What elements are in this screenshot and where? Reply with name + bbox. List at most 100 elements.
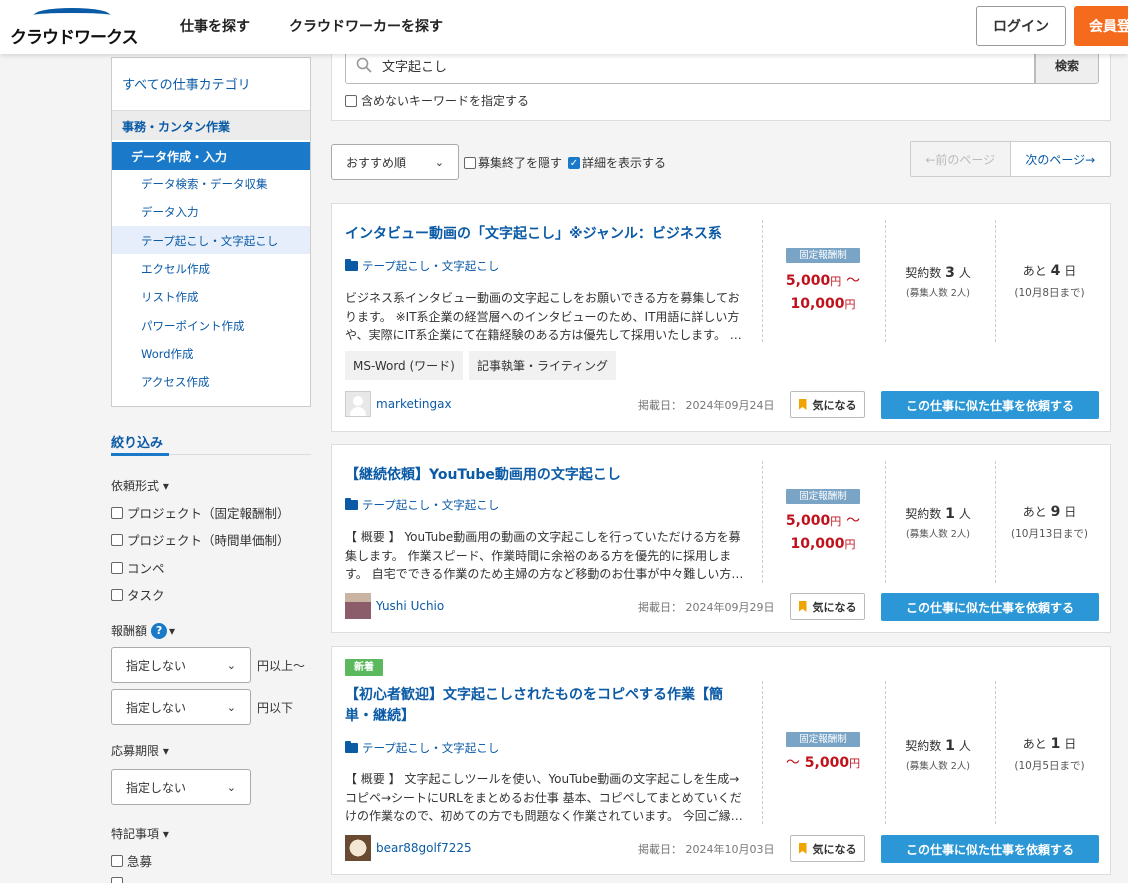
- job-title[interactable]: 【継続依頼】YouTube動画用の文字起こし: [345, 465, 735, 486]
- caret-down-icon: ▾: [162, 479, 169, 493]
- hide-closed-toggle[interactable]: 募集終了を隠す: [464, 154, 562, 171]
- reward-min-unit: 円以上〜: [257, 659, 306, 673]
- prev-page-button[interactable]: ←前のページ: [911, 142, 1011, 176]
- subcategory-link[interactable]: リスト作成: [141, 289, 199, 305]
- reward-filter-label: 報酬額: [111, 624, 148, 638]
- request-similar-button[interactable]: この仕事に似た仕事を依頼する: [881, 835, 1099, 863]
- favorite-button[interactable]: 気になる: [790, 835, 865, 862]
- exclude-checkbox[interactable]: [345, 94, 357, 107]
- subcategory-link[interactable]: データ検索・データ収集: [141, 176, 268, 192]
- recruit-count: (募集人数 2人): [906, 529, 970, 540]
- skill-tag[interactable]: MS-Word (ワード): [345, 351, 463, 380]
- reward-min-select[interactable]: 指定しない ⌄: [111, 647, 251, 683]
- job-card: 新着 【初心者歓迎】文字起こしされたものをコピペする作業【簡単・継続】 テープ起…: [331, 646, 1111, 875]
- avatar[interactable]: [345, 835, 371, 861]
- reward-max-select[interactable]: 指定しない ⌄: [111, 689, 251, 725]
- column-divider: [885, 220, 886, 342]
- subcategory-link[interactable]: パワーポイント作成: [141, 318, 245, 334]
- show-detail-toggle[interactable]: ✓ 詳細を表示する: [568, 154, 666, 171]
- job-price: ～ 5,000円: [762, 752, 884, 775]
- subcategory-link[interactable]: テープ起こし・文字起こし: [141, 233, 278, 249]
- contracts-value: 1: [945, 738, 955, 754]
- avatar[interactable]: [345, 593, 371, 619]
- type-option[interactable]: タスク: [111, 585, 165, 604]
- special-checkbox[interactable]: [111, 877, 123, 883]
- folder-icon: [345, 498, 358, 510]
- subcategory-link[interactable]: Word作成: [141, 346, 194, 362]
- all-categories-link[interactable]: すべての仕事カテゴリ: [122, 74, 251, 93]
- type-checkbox[interactable]: [111, 533, 123, 546]
- filter-title: 絞り込み: [111, 436, 164, 451]
- remaining-days: あと 1 日 (10月5日まで): [997, 735, 1102, 773]
- remaining-value: 4: [1050, 263, 1061, 279]
- nav-find-jobs[interactable]: 仕事を探す: [180, 16, 250, 36]
- subcategory-link[interactable]: エクセル作成: [141, 261, 210, 277]
- job-category-link[interactable]: テープ起こし・文字起こし: [345, 740, 499, 756]
- client-username[interactable]: marketingax: [376, 397, 452, 411]
- range-tilde: ～: [846, 513, 861, 529]
- show-detail-checkbox[interactable]: ✓: [568, 156, 580, 169]
- next-page-button[interactable]: 次のページ→: [1011, 142, 1111, 176]
- type-option[interactable]: コンペ: [111, 558, 165, 577]
- special-option-partial[interactable]: [111, 877, 127, 883]
- nav-find-workers[interactable]: クラウドワーカーを探す: [289, 16, 443, 36]
- job-title[interactable]: インタビュー動画の「文字起こし」※ジャンル：ビジネス系: [345, 224, 735, 245]
- remaining-value: 1: [1050, 736, 1061, 752]
- type-checkbox[interactable]: [111, 561, 123, 574]
- contracts-value: 3: [945, 265, 955, 281]
- bookmark-icon: [798, 601, 807, 612]
- skill-tag[interactable]: 記事執筆・ライティング: [469, 351, 617, 380]
- column-divider: [995, 681, 996, 824]
- type-filter-label: 依頼形式: [111, 479, 160, 493]
- yen-unit: 円: [830, 275, 842, 288]
- price-max: 10,000: [790, 296, 845, 312]
- job-category-link[interactable]: テープ起こし・文字起こし: [345, 258, 499, 274]
- site-header: クラウドワークス 仕事を探す クラウドワーカーを探す ログイン 会員登: [0, 0, 1128, 54]
- special-filter-head[interactable]: 特記事項 ▾: [111, 825, 169, 842]
- type-checkbox[interactable]: [111, 588, 123, 601]
- exclude-keyword-toggle[interactable]: 含めないキーワードを指定する: [345, 92, 529, 109]
- type-option-label: タスク: [127, 588, 165, 603]
- subcategory-link[interactable]: アクセス作成: [141, 374, 209, 390]
- subcategory-link[interactable]: データ入力: [141, 204, 199, 220]
- show-detail-label: 詳細を表示する: [582, 156, 667, 170]
- price-line: 10,000円: [762, 293, 884, 316]
- active-category[interactable]: データ作成・入力: [112, 142, 310, 170]
- hide-closed-checkbox[interactable]: [464, 156, 476, 169]
- type-option-label: コンペ: [127, 561, 165, 576]
- request-similar-button[interactable]: この仕事に似た仕事を依頼する: [881, 593, 1099, 621]
- main-category-link[interactable]: 事務・カンタン作業: [122, 118, 230, 135]
- deadline-filter-head[interactable]: 応募期限 ▾: [111, 742, 169, 759]
- help-icon[interactable]: ?: [151, 622, 168, 639]
- favorite-button[interactable]: 気になる: [790, 593, 865, 620]
- avatar[interactable]: [345, 391, 371, 417]
- special-option[interactable]: 急募: [111, 851, 152, 870]
- job-title[interactable]: 【初心者歓迎】文字起こしされたものをコピペする作業【簡単・継続】: [345, 685, 735, 727]
- type-checkbox[interactable]: [111, 506, 123, 519]
- client-username[interactable]: Yushi Uchio: [376, 599, 444, 613]
- request-similar-button[interactable]: この仕事に似た仕事を依頼する: [881, 391, 1099, 419]
- type-filter-head[interactable]: 依頼形式 ▾: [111, 477, 169, 494]
- contracts-info: 契約数 1 人 (募集人数 2人): [888, 737, 988, 772]
- type-option[interactable]: プロジェクト（時間単価制）: [111, 530, 290, 549]
- sort-select[interactable]: おすすめ順 ⌄: [331, 144, 459, 180]
- site-logo[interactable]: クラウドワークス: [10, 8, 138, 48]
- register-button[interactable]: 会員登: [1074, 6, 1128, 46]
- bookmark-icon: [798, 843, 807, 854]
- chevron-down-icon: ⌄: [226, 780, 236, 794]
- job-card: 【継続依頼】YouTube動画用の文字起こし テープ起こし・文字起こし 【 概要…: [331, 444, 1111, 633]
- login-button[interactable]: ログイン: [976, 6, 1066, 46]
- job-category-link[interactable]: テープ起こし・文字起こし: [345, 497, 499, 513]
- deadline-select[interactable]: 指定しない ⌄: [111, 769, 251, 805]
- reward-filter-head[interactable]: 報酬額? ▾: [111, 622, 175, 639]
- posted-date: 掲載日： 2024年10月03日: [638, 843, 775, 856]
- price-max: 5,000: [804, 755, 850, 771]
- filter-divider-accent: [111, 453, 169, 456]
- job-category-label: テープ起こし・文字起こし: [362, 259, 500, 273]
- type-option[interactable]: プロジェクト（固定報酬制）: [111, 503, 290, 522]
- remaining-value: 9: [1050, 504, 1061, 520]
- special-checkbox[interactable]: [111, 854, 123, 867]
- folder-icon: [345, 259, 358, 271]
- favorite-button[interactable]: 気になる: [790, 391, 865, 418]
- client-username[interactable]: bear88golf7225: [376, 841, 472, 855]
